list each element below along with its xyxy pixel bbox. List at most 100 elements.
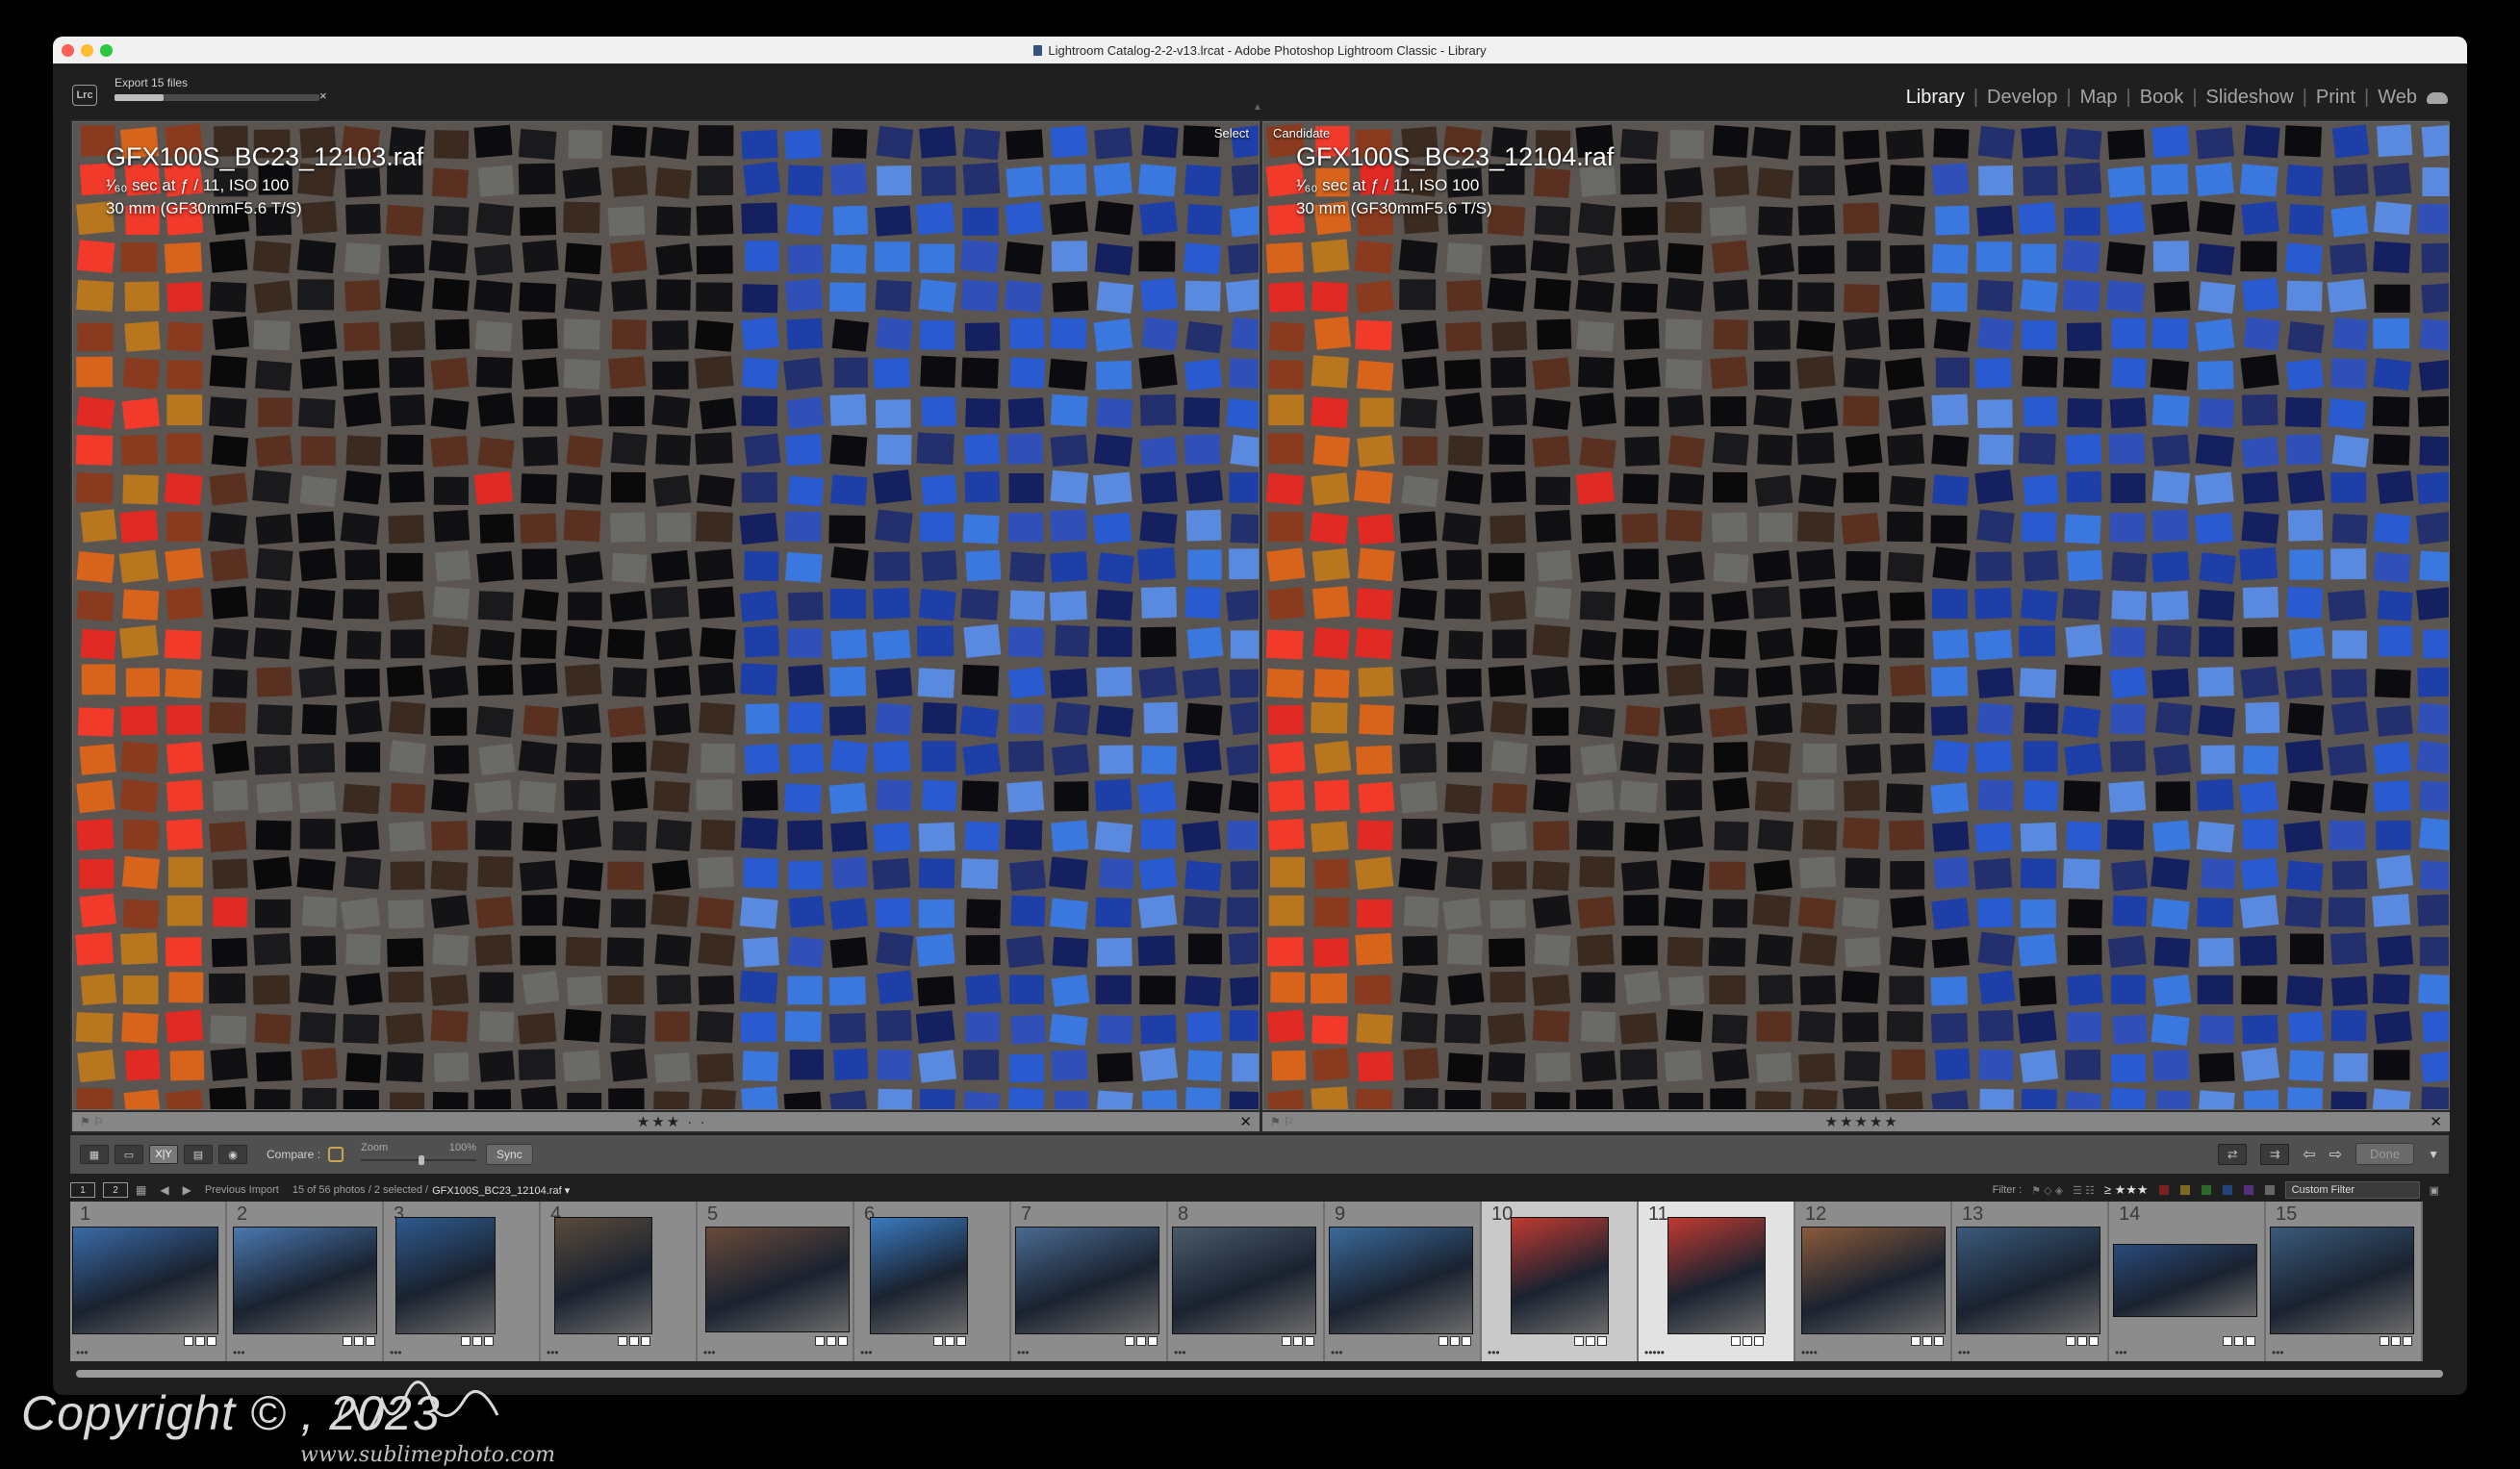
photo-thumbnail[interactable] <box>1956 1227 2100 1334</box>
filmstrip-cell[interactable]: 8 ••• <box>1168 1202 1325 1361</box>
zoom-lock-icon[interactable] <box>328 1147 344 1162</box>
module-library[interactable]: Library <box>1906 87 1965 109</box>
photo-thumbnail[interactable] <box>1667 1217 1766 1334</box>
module-web[interactable]: Web <box>2378 87 2417 109</box>
edit-badge-icon <box>207 1336 216 1346</box>
make-select-icon[interactable]: ⇉ <box>2260 1143 2290 1165</box>
filmstrip-cell[interactable]: 11 ••••• <box>1639 1202 1795 1361</box>
module-print[interactable]: Print <box>2316 87 2355 109</box>
edit-badge-icon <box>1934 1336 1944 1346</box>
grid-view-button[interactable]: ▦ <box>80 1145 109 1164</box>
cloud-sync-icon[interactable] <box>2427 91 2448 104</box>
close-candidate-icon[interactable]: ✕ <box>2430 1113 2442 1130</box>
swap-icon[interactable]: ⇄ <box>2218 1143 2248 1165</box>
people-view-button[interactable]: ◉ <box>218 1145 247 1164</box>
module-map[interactable]: Map <box>2080 87 2118 109</box>
module-slideshow[interactable]: Slideshow <box>2206 87 2294 109</box>
photo-thumbnail[interactable] <box>1511 1217 1609 1334</box>
purple-label-filter[interactable] <box>2242 1184 2254 1196</box>
previous-photo-icon[interactable]: ⇦ <box>2303 1145 2315 1164</box>
second-window-button[interactable]: 2 <box>103 1182 128 1198</box>
custom-filter-select[interactable]: Custom Filter <box>2284 1181 2420 1199</box>
photo-thumbnail[interactable] <box>233 1227 377 1334</box>
keyword-badge-icon <box>1911 1336 1921 1346</box>
module-book[interactable]: Book <box>2140 87 2184 109</box>
flag-icon[interactable]: ⚑ ⚐ <box>80 1115 104 1128</box>
minimize-window-button[interactable] <box>81 44 93 57</box>
sync-button[interactable]: Sync <box>486 1144 533 1165</box>
candidate-rating[interactable]: ★★★★★ <box>1825 1113 1899 1130</box>
compare-view-button[interactable]: X|Y <box>149 1145 178 1164</box>
filmstrip-cell[interactable]: 7 ••• <box>1011 1202 1168 1361</box>
select-lens: 30 mm (GF30mmF5.6 T/S) <box>106 199 302 217</box>
filmstrip-cell[interactable]: 14 ••• <box>2109 1202 2266 1361</box>
toolbar-menu-icon[interactable]: ▼ <box>2428 1148 2439 1161</box>
photo-thumbnail[interactable] <box>1172 1227 1316 1334</box>
select-pane[interactable]: Select GFX100S_BC23_12103.raf ¹⁄₆₀ sec a… <box>72 121 1260 1110</box>
filmstrip-cell[interactable]: 1 ••• <box>70 1202 227 1361</box>
candidate-pane[interactable]: Candidate GFX100S_BC23_12104.raf ¹⁄₆₀ se… <box>1262 121 2450 1110</box>
filter-lock-icon[interactable]: ▣ <box>2430 1184 2439 1197</box>
badge-icons <box>461 1336 494 1346</box>
zoom-slider-knob[interactable] <box>419 1155 425 1165</box>
filmstrip-cell[interactable]: 2 ••• <box>227 1202 384 1361</box>
photo-thumbnail[interactable] <box>72 1227 218 1334</box>
cancel-export-button[interactable]: × <box>319 89 327 103</box>
filmstrip-cell[interactable]: 15 ••• <box>2266 1202 2423 1361</box>
select-rating-bar: ⚑ ⚐ ★★★ · · ✕ <box>72 1112 1260 1131</box>
candidate-lens: 30 mm (GF30mmF5.6 T/S) <box>1296 199 1492 217</box>
photo-thumbnail[interactable] <box>870 1217 968 1334</box>
zoom-window-button[interactable] <box>100 44 113 57</box>
done-button[interactable]: Done <box>2355 1143 2415 1165</box>
current-file-dropdown[interactable]: GFX100S_BC23_12104.raf ▾ <box>432 1184 570 1197</box>
survey-view-button[interactable]: ▤ <box>184 1145 213 1164</box>
red-label-filter[interactable] <box>2157 1184 2170 1196</box>
blue-label-filter[interactable] <box>2221 1184 2233 1196</box>
module-develop[interactable]: Develop <box>1987 87 2057 109</box>
close-window-button[interactable] <box>62 44 74 57</box>
filmstrip-cell[interactable]: 3 ••• <box>384 1202 541 1361</box>
filmstrip-cell[interactable]: 4 ••• <box>541 1202 698 1361</box>
flag-filter-icon[interactable]: ⚑ ◇ ◈ <box>2031 1184 2063 1197</box>
filmstrip-navigator: 1 2 ▦ ◀ ▶ Previous Import 15 of 56 photo… <box>70 1178 2449 1202</box>
photo-thumbnail[interactable] <box>1329 1227 1473 1334</box>
select-rating[interactable]: ★★★ · · <box>637 1113 707 1130</box>
filmstrip-cell[interactable]: 12 •••• <box>1795 1202 1952 1361</box>
candidate-info-overlay: GFX100S_BC23_12104.raf ¹⁄₆₀ sec at ƒ / 1… <box>1296 139 1614 220</box>
photo-thumbnail[interactable] <box>554 1217 652 1334</box>
back-arrow-icon[interactable]: ◀ <box>160 1183 168 1197</box>
photo-thumbnail[interactable] <box>705 1227 850 1332</box>
yellow-label-filter[interactable] <box>2178 1184 2191 1196</box>
flag-icon[interactable]: ⚑ ⚐ <box>1270 1115 1294 1128</box>
main-window-button[interactable]: 1 <box>70 1182 95 1198</box>
filmstrip-cell[interactable]: 6 ••• <box>854 1202 1011 1361</box>
title-bar: Lightroom Catalog-2-2-v13.lrcat - Adobe … <box>53 37 2467 63</box>
collapse-top-panel-icon[interactable]: ▲ <box>1253 102 1262 113</box>
grid-icon[interactable]: ▦ <box>136 1183 146 1197</box>
next-photo-icon[interactable]: ⇨ <box>2329 1145 2342 1164</box>
close-select-icon[interactable]: ✕ <box>1239 1113 1252 1130</box>
photo-thumbnail[interactable] <box>395 1217 496 1334</box>
keyword-badge-icon <box>184 1336 193 1346</box>
compare-view: Select GFX100S_BC23_12103.raf ¹⁄₆₀ sec a… <box>70 119 2450 1133</box>
filmstrip-cell[interactable]: 9 ••• <box>1325 1202 1482 1361</box>
photo-thumbnail[interactable] <box>1015 1227 1159 1334</box>
green-label-filter[interactable] <box>2200 1184 2212 1196</box>
photo-thumbnail[interactable] <box>2113 1244 2257 1317</box>
photo-thumbnail[interactable] <box>1801 1227 1946 1334</box>
photo-thumbnail[interactable] <box>2270 1227 2414 1334</box>
edit-badge-icon <box>838 1336 848 1346</box>
forward-arrow-icon[interactable]: ▶ <box>183 1183 191 1197</box>
filmstrip-cell[interactable]: 5 ••• <box>698 1202 854 1361</box>
filmstrip-cell[interactable]: 10 ••• <box>1482 1202 1639 1361</box>
divider: | <box>2125 87 2131 108</box>
rating-filter[interactable]: ≥ ★★★ <box>2104 1182 2149 1198</box>
filmstrip-cells: 1 ••• 2 ••• 3 ••• 4 ••• 5 ••• 6 ••• 7 ••• 8 ••• 9 ••• 10 ••… <box>70 1202 2455 1361</box>
loupe-view-button[interactable]: ▭ <box>115 1145 143 1164</box>
filmstrip-cell[interactable]: 13 ••• <box>1952 1202 2109 1361</box>
source-name[interactable]: Previous Import <box>205 1184 279 1196</box>
other-label-filter[interactable] <box>2263 1184 2276 1196</box>
edit-badge-icon <box>1597 1336 1607 1346</box>
kind-filter-icon[interactable]: ☰ ☷ <box>2073 1184 2095 1197</box>
zoom-control[interactable]: Zoom 100% <box>361 1140 477 1169</box>
